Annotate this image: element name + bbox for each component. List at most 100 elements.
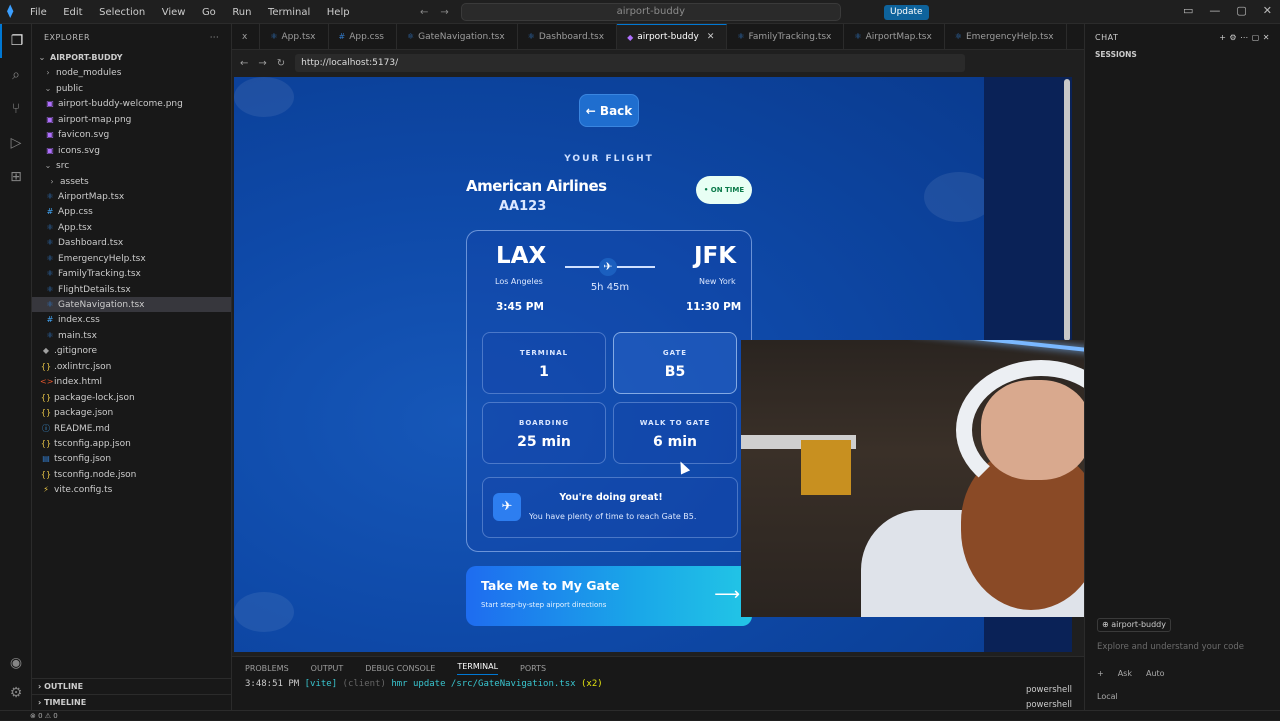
command-center[interactable]: airport-buddy [460,3,841,21]
tree-item[interactable]: ▤ tsconfig.json [32,451,231,466]
update-button[interactable]: Update [884,5,929,20]
terminal-output[interactable]: 3:48:51 PM [vite] (client) hmr update /s… [232,679,1084,689]
tab-dashboard[interactable]: ⚛ Dashboard.tsx [518,24,618,49]
search-icon[interactable]: ⌕ [0,58,32,92]
settings-gear-icon[interactable]: ⚙ [0,676,32,710]
more-actions-icon[interactable]: ··· [210,33,219,42]
tree-item[interactable]: ▣ favicon.svg [32,127,231,142]
back-button[interactable]: ← Back [579,94,639,127]
tree-item[interactable]: ▣ airport-buddy-welcome.png [32,96,231,111]
outline-section[interactable]: › OUTLINE [32,678,232,694]
model-picker[interactable]: Auto [1146,669,1165,678]
tree-item[interactable]: ▣ airport-map.png [32,112,231,127]
destination-code: JFK [694,243,737,269]
take-me-to-gate-button[interactable]: Take Me to My Gate Start step-by-step ai… [466,566,752,626]
url-input[interactable]: http://localhost:5173/ [295,54,966,72]
run-debug-icon[interactable]: ▷ [0,126,32,160]
tree-item[interactable]: ⚛ EmergencyHelp.tsx [32,251,231,266]
tree-item[interactable]: ⚛ AirportMap.tsx [32,189,231,204]
tree-item[interactable]: ⚛ Dashboard.tsx [32,235,231,250]
context-chip[interactable]: ⊕ airport-buddy [1097,618,1171,632]
problems-count[interactable]: ⊗ 0 ⚠ 0 [30,712,58,720]
browser-back-icon[interactable]: ← [240,58,248,69]
menu-help[interactable]: Help [327,7,350,18]
stat-value: B5 [664,364,686,380]
tree-item[interactable]: › node_modules [32,65,231,80]
tab-truncated[interactable]: x [232,24,261,49]
file-tree: ⌄ AIRPORT-BUDDY › node_modules ⌄ public ▣ ai… [32,50,231,498]
minimize-icon[interactable]: — [1209,4,1220,17]
tree-item[interactable]: ⚛ FamilyTracking.tsx [32,266,231,281]
terminal-instance[interactable]: powershell [1026,683,1072,698]
menu-terminal[interactable]: Terminal [268,7,310,18]
project-folder[interactable]: ⌄ AIRPORT-BUDDY [32,50,231,65]
tree-item[interactable]: # App.css [32,204,231,219]
status-bar: ⊗ 0 ⚠ 0 [0,710,1280,720]
origin-city: Los Angeles [495,277,543,286]
account-icon[interactable]: ◉ [0,646,32,680]
explorer-icon[interactable]: ❐ [0,24,32,58]
tree-item[interactable]: ⚛ main.tsx [32,328,231,343]
tab-ports[interactable]: PORTS [520,664,546,673]
layout-icon[interactable]: ▭ [1183,4,1193,17]
menu-go[interactable]: Go [202,7,216,18]
scrollbar[interactable] [1064,79,1070,341]
tab-gatenavigation[interactable]: ⚛ GateNavigation.tsx [397,24,518,49]
source-control-icon[interactable]: ⑂ [0,92,32,126]
tree-item[interactable]: ◆ .gitignore [32,343,231,358]
tree-item[interactable]: ⚡ vite.config.ts [32,482,231,497]
tree-item[interactable]: {} package-lock.json [32,390,231,405]
tree-item[interactable]: ⚛ FlightDetails.tsx [32,282,231,297]
tab-terminal[interactable]: TERMINAL [457,662,499,675]
tab-debug-console[interactable]: DEBUG CONSOLE [365,664,435,673]
maximize-icon[interactable]: ▢ [1236,4,1246,17]
tree-item[interactable]: ⌄ public [32,81,231,96]
tree-item[interactable]: ▣ icons.svg [32,143,231,158]
close-icon[interactable]: ✕ [1263,4,1272,17]
nav-forward-icon[interactable]: → [440,7,448,18]
tab-app-tsx[interactable]: ⚛ App.tsx [260,24,329,49]
tree-item[interactable]: {} .oxlintrc.json [32,359,231,374]
chat-input[interactable]: Explore and understand your code [1097,642,1244,652]
browser-tab-icon: ◆ [627,32,634,42]
menu-file[interactable]: File [30,7,47,18]
nav-back-icon[interactable]: ← [420,7,428,18]
tree-item[interactable]: {} tsconfig.app.json [32,436,231,451]
tree-item[interactable]: # index.css [32,312,231,327]
menu-run[interactable]: Run [232,7,251,18]
tab-output[interactable]: OUTPUT [311,664,344,673]
menu-selection[interactable]: Selection [99,7,145,18]
local-indicator[interactable]: Local [1097,692,1118,701]
tab-app-css[interactable]: # App.css [329,24,397,49]
tree-item[interactable]: ⌄ src [32,158,231,173]
menu-view[interactable]: View [162,7,186,18]
tab-airportmap[interactable]: ⚛ AirportMap.tsx [844,24,945,49]
tab-problems[interactable]: PROBLEMS [245,664,289,673]
menu-edit[interactable]: Edit [63,7,82,18]
browser-forward-icon[interactable]: → [258,58,266,69]
tab-familytracking[interactable]: ⚛ FamilyTracking.tsx [727,24,845,49]
flight-card: LAX Los Angeles 3:45 PM ✈ 5h 45m JFK New… [466,230,752,552]
tab-airport-buddy[interactable]: ◆ airport-buddy ✕ [617,24,728,49]
terminal-list: powershell powershell [1026,683,1072,713]
tree-item[interactable]: › assets [32,174,231,189]
stat-label: BOARDING [519,419,569,427]
reload-icon[interactable]: ↻ [277,58,285,69]
chevron-down-icon: ⌄ [44,161,52,171]
timeline-section[interactable]: › TIMELINE [32,694,232,710]
origin-code: LAX [496,243,547,269]
airline-name: American Airlines [466,177,607,195]
ask-mode[interactable]: Ask [1118,669,1132,678]
tree-item[interactable]: <>index.html [32,374,231,389]
add-context-icon[interactable]: + [1097,669,1104,678]
tree-item[interactable]: ⓘ README.md [32,421,231,436]
chat-actions-icon[interactable]: + ⚙ ⋯ ▢ ✕ [1219,33,1270,42]
tree-item[interactable]: {} tsconfig.node.json [32,467,231,482]
tree-item-selected[interactable]: ⚛ GateNavigation.tsx [32,297,231,313]
extensions-icon[interactable]: ⊞ [0,160,32,194]
tab-emergencyhelp[interactable]: ⚛ EmergencyHelp.tsx [945,24,1067,49]
tree-item[interactable]: {} package.json [32,405,231,420]
tab-close-icon[interactable]: ✕ [707,32,715,42]
tree-item[interactable]: ⚛ App.tsx [32,220,231,235]
tsx-file-icon: ⚛ [46,284,54,294]
